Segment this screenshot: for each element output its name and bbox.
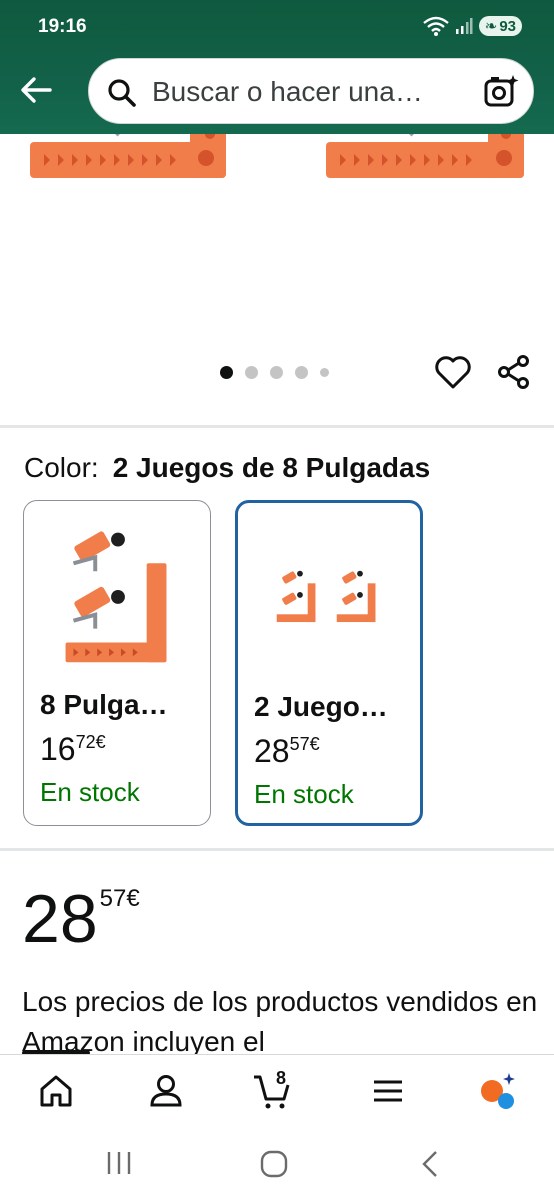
bottom-navigation — [0, 1054, 554, 1126]
variant-image — [65, 531, 167, 663]
variant-stock-status: En stock — [40, 777, 140, 807]
variant-stock-status: En stock — [254, 779, 354, 809]
carousel-dot[interactable] — [220, 366, 233, 379]
account-icon[interactable] — [146, 1071, 186, 1111]
variant-name: 8 Pulga… — [40, 689, 168, 720]
search-bar[interactable]: Buscar o hacer una… — [88, 58, 534, 124]
variant-option-8-inch[interactable]: 8 Pulga… 1672€ En stock — [23, 500, 211, 826]
price-note: Los precios de los productos vendidos en… — [22, 986, 538, 1057]
wifi-icon — [422, 16, 449, 36]
variant-price: 1672€ — [40, 731, 106, 767]
heart-icon[interactable] — [434, 354, 472, 390]
back-arrow-icon[interactable] — [16, 70, 56, 110]
carousel-dot[interactable] — [295, 366, 308, 379]
signal-icon — [455, 18, 473, 34]
camera-search-icon[interactable] — [483, 73, 519, 109]
section-divider — [0, 848, 554, 851]
section-divider — [0, 425, 554, 428]
recent-apps-icon[interactable] — [106, 1150, 132, 1176]
carousel-dot[interactable] — [245, 366, 258, 379]
product-price: 2857€ — [22, 881, 140, 957]
carousel-dot[interactable] — [270, 366, 283, 379]
status-icons: ❧ 93 — [422, 16, 522, 36]
carousel-dots[interactable] — [220, 366, 329, 379]
home-icon[interactable] — [36, 1071, 76, 1111]
variant-option-2-sets[interactable]: 2 Juego… 2857€ En stock — [235, 500, 423, 826]
battery-level: 93 — [499, 17, 516, 35]
share-icon[interactable] — [496, 354, 532, 390]
menu-icon[interactable] — [368, 1071, 408, 1111]
system-back-icon[interactable] — [418, 1150, 442, 1178]
variant-image — [276, 570, 376, 623]
leaf-icon: ❧ — [484, 18, 498, 35]
variant-name: 2 Juego… — [254, 691, 388, 722]
color-label: Color: — [24, 452, 99, 483]
status-time: 19:16 — [38, 16, 87, 37]
color-value: 2 Juegos de 8 Pulgadas — [112, 452, 431, 483]
status-bar: 19:16 ❧ 93 — [0, 0, 554, 54]
color-selection-label: Color: 2 Juegos de 8 Pulgadas — [24, 452, 430, 484]
home-button-icon[interactable] — [260, 1150, 288, 1178]
top-header: 19:16 ❧ 93 Buscar o hacer una… — [0, 0, 554, 134]
variant-price: 2857€ — [254, 733, 320, 769]
system-navigation-bar — [0, 1126, 554, 1200]
cart-count-badge: 8 — [276, 1068, 287, 1088]
search-input[interactable]: Buscar o hacer una… — [152, 76, 423, 108]
search-icon — [108, 79, 136, 107]
battery-indicator: ❧ 93 — [478, 16, 522, 36]
product-image — [30, 134, 524, 178]
rufus-assistant-icon[interactable] — [476, 1071, 516, 1111]
carousel-dot[interactable] — [320, 368, 329, 377]
